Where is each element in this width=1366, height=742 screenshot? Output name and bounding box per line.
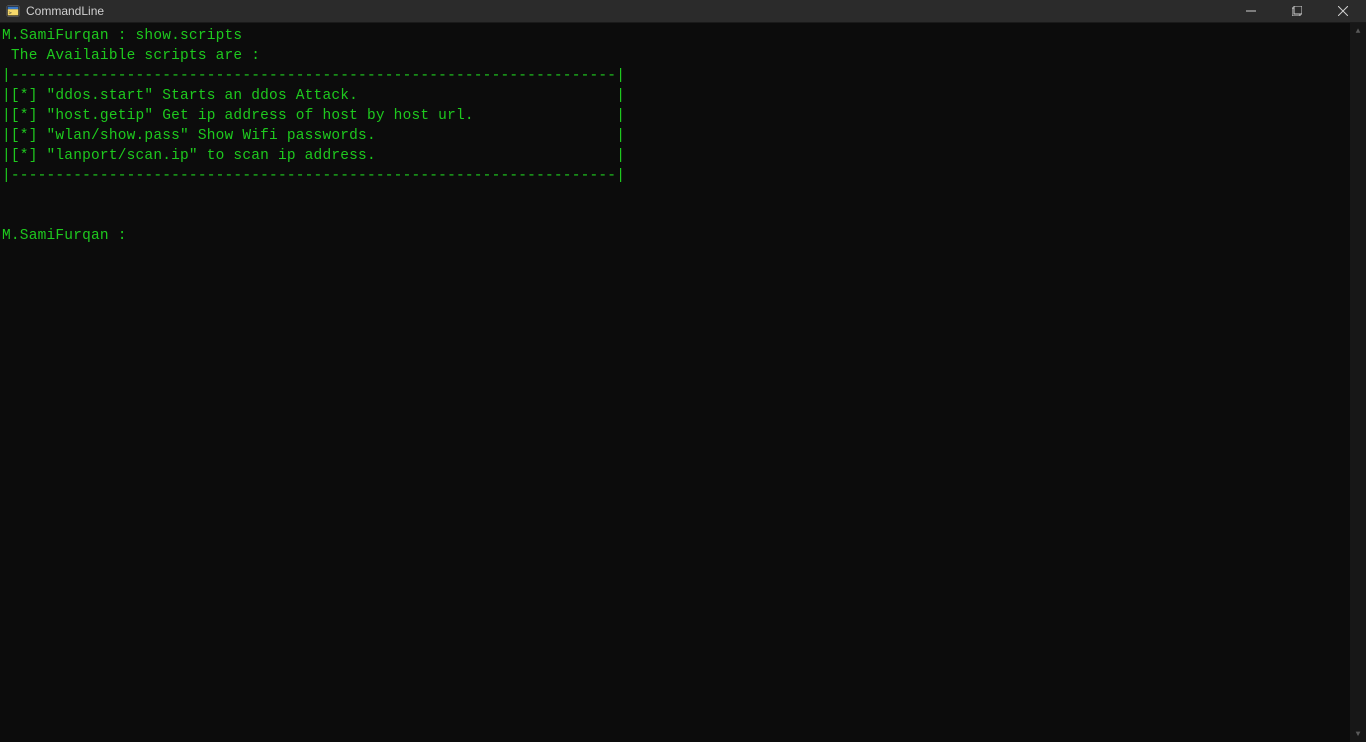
terminal-line: The Availaible scripts are : <box>2 48 260 64</box>
terminal-line: |[*] "wlan/show.pass" Show Wifi password… <box>2 128 625 144</box>
window-title: CommandLine <box>26 4 104 18</box>
window-titlebar: >_ CommandLine <box>0 0 1366 23</box>
terminal-area: M.SamiFurqan : show.scripts The Availaib… <box>0 23 1366 742</box>
maximize-button[interactable] <box>1274 0 1320 23</box>
terminal-line: |---------------------------------------… <box>2 168 625 184</box>
svg-text:>_: >_ <box>9 11 16 17</box>
scroll-down-icon[interactable]: ▼ <box>1350 726 1366 742</box>
titlebar-left: >_ CommandLine <box>0 4 104 18</box>
terminal-line: M.SamiFurqan : show.scripts <box>2 28 242 44</box>
terminal-prompt: M.SamiFurqan : <box>2 228 136 244</box>
terminal-line: |[*] "host.getip" Get ip address of host… <box>2 108 625 124</box>
app-icon: >_ <box>6 4 20 18</box>
terminal-line: |---------------------------------------… <box>2 68 625 84</box>
vertical-scrollbar[interactable]: ▲ ▼ <box>1350 23 1366 742</box>
close-button[interactable] <box>1320 0 1366 23</box>
terminal-output[interactable]: M.SamiFurqan : show.scripts The Availaib… <box>0 23 1350 742</box>
scroll-up-icon[interactable]: ▲ <box>1350 23 1366 39</box>
minimize-button[interactable] <box>1228 0 1274 23</box>
terminal-line: |[*] "ddos.start" Starts an ddos Attack.… <box>2 88 625 104</box>
titlebar-controls <box>1228 0 1366 22</box>
terminal-line: |[*] "lanport/scan.ip" to scan ip addres… <box>2 148 625 164</box>
